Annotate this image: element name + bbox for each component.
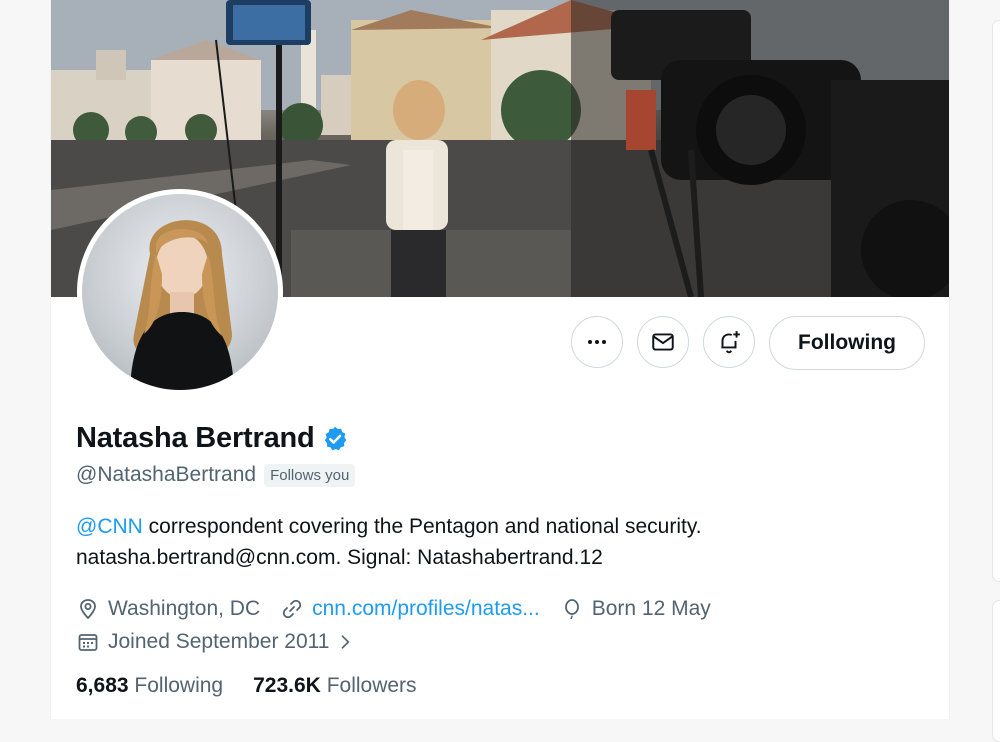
bell-plus-icon [721,331,740,354]
following-button[interactable]: Following [769,316,925,370]
adjacent-panel [992,20,1000,582]
notifications-button[interactable] [703,316,755,368]
handle-row: @NatashaBertrand Follows you [76,463,356,487]
joined-text: Joined September 2011 [108,629,330,653]
chevron-right-icon [342,634,350,649]
link-icon [282,599,302,618]
bio-text: correspondent covering the Pentagon and … [142,515,702,538]
profile-avatar[interactable] [77,189,283,395]
location-text: Washington, DC [108,596,261,620]
balloon-icon [564,598,579,619]
following-stat-link[interactable]: 6,683 Following [76,674,223,698]
profile-bio: @CNN correspondent covering the Pentagon… [76,511,916,573]
more-icon [588,340,606,344]
following-count: 6,683 [76,674,129,697]
following-label: Following [134,674,224,697]
bio-mention-link[interactable]: @CNN [76,515,143,538]
envelope-icon [652,333,674,351]
website-link[interactable]: cnn.com/profiles/natas... [312,597,540,621]
followers-stat-link[interactable]: 723.6K Followers [253,674,416,698]
joined-item[interactable]: Joined September 2011 [76,630,363,654]
birthday-item: Born 12 May [560,597,711,621]
website-item[interactable]: cnn.com/profiles/natas... [280,597,540,621]
location-item: Washington, DC [76,597,260,621]
verified-badge-icon[interactable] [321,425,349,453]
adjacent-panel [992,600,1000,742]
location-pin-icon [80,598,96,619]
birthday-text: Born 12 May [591,596,711,620]
profile-meta: Washington, DC cnn.com/profiles/natas...… [76,592,731,658]
profile-name-row: Natasha Bertrand [76,422,349,455]
calendar-icon [78,633,98,651]
avatar-photo [82,194,278,390]
display-name: Natasha Bertrand [76,422,315,454]
followers-label: Followers [326,674,417,697]
profile-stats: 6,683 Following 723.6K Followers [76,674,447,698]
profile-column: Following Natasha Bertrand @NatashaBertr… [50,0,950,719]
followers-count: 723.6K [253,674,321,697]
more-button[interactable] [571,316,623,368]
follows-you-badge: Follows you [264,463,356,487]
bio-contact: natasha.bertrand@cnn.com. Signal: Natash… [76,546,603,569]
message-button[interactable] [637,316,689,368]
user-handle: @NatashaBertrand [76,463,257,486]
